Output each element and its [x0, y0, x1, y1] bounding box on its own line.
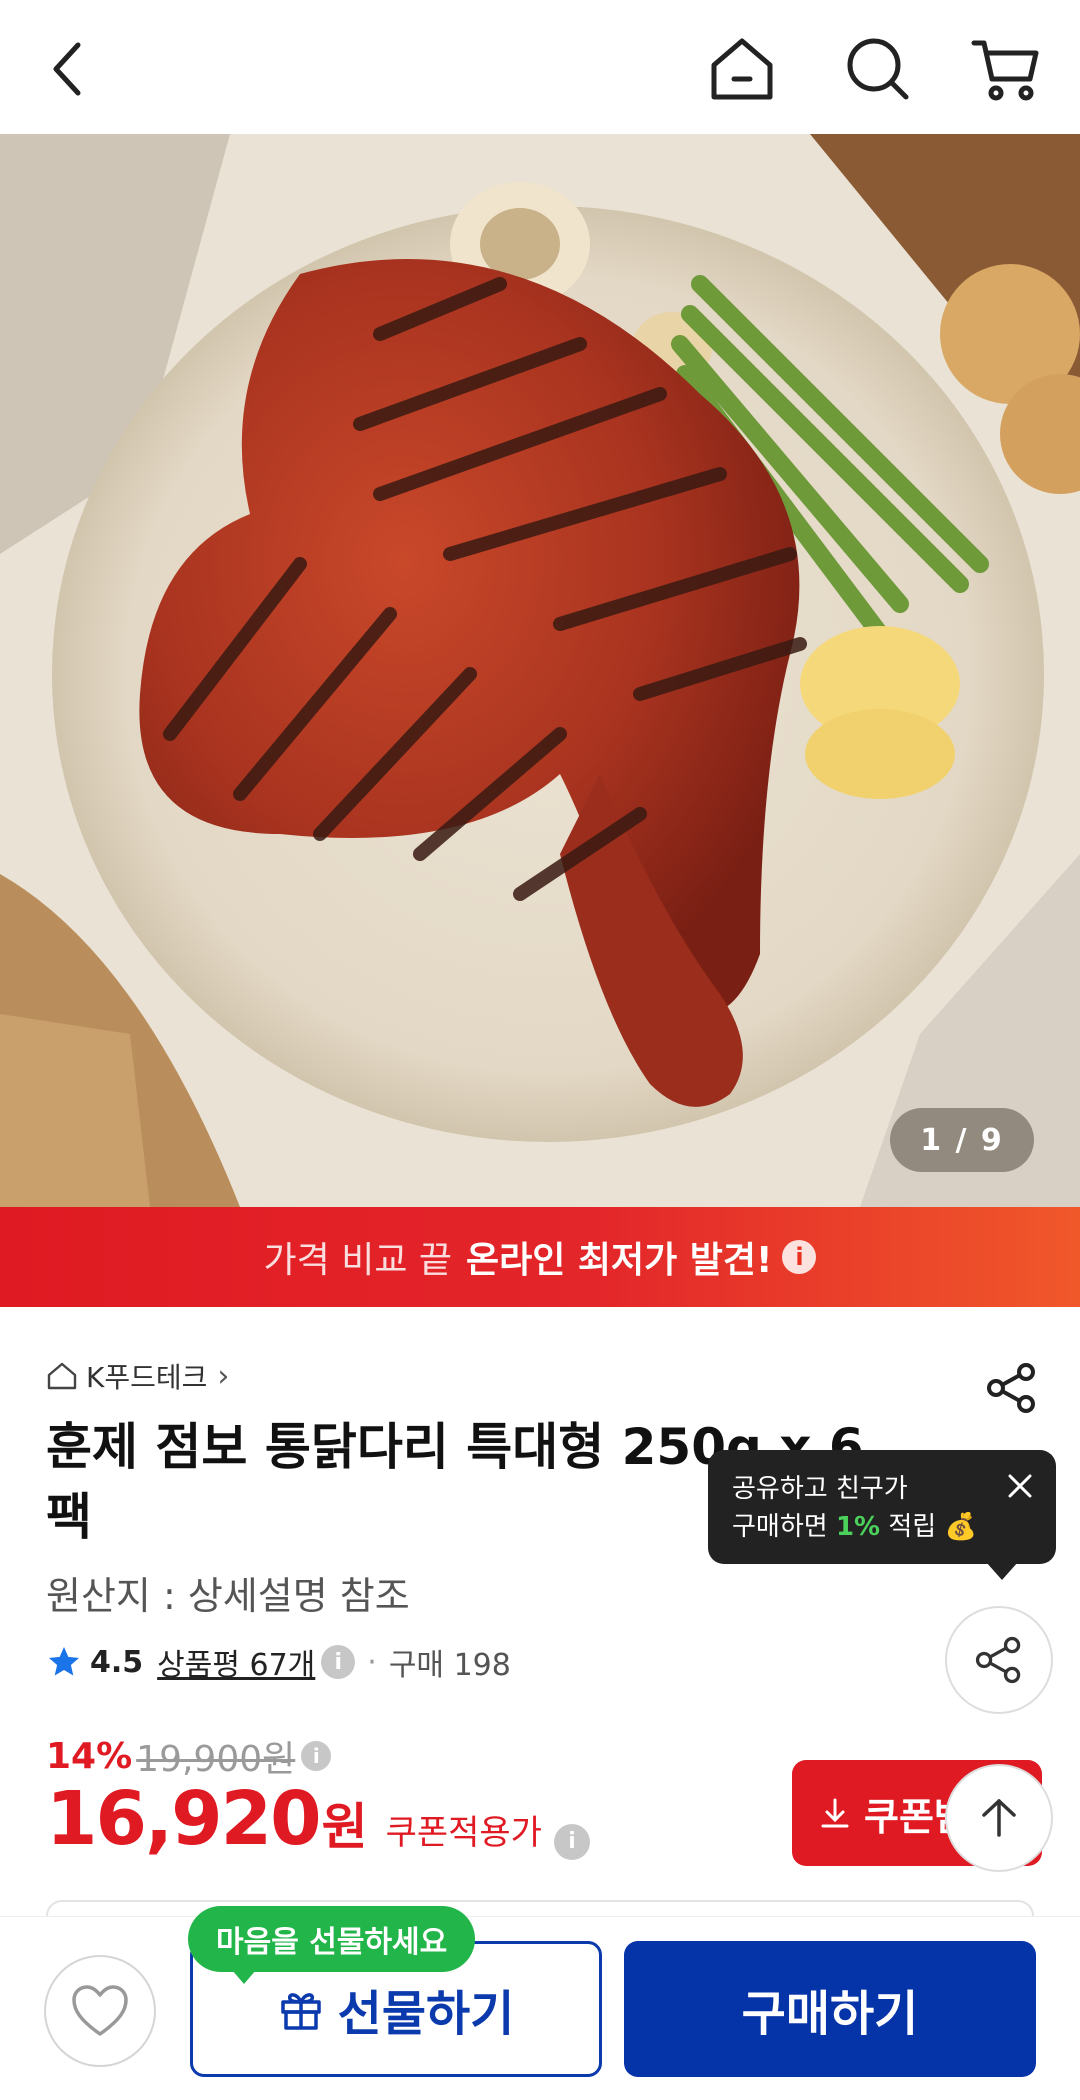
download-icon [821, 1798, 849, 1828]
seller-name: K푸드테크 [86, 1361, 208, 1394]
share-icon [975, 1636, 1021, 1684]
sale-price: 16,920 [46, 1776, 322, 1862]
separator-dot: · [367, 1644, 377, 1680]
product-image-gallery[interactable]: 1 / 9 [0, 134, 1080, 1207]
discount-row: 14% 19,900원 i [46, 1730, 332, 1782]
info-icon[interactable]: i [301, 1741, 332, 1771]
share-reward-tooltip: 공유하고 친구가 구매하면 1% 적립 💰 [708, 1450, 1056, 1580]
price-unit: 원 [321, 1798, 368, 1856]
lowest-price-banner[interactable]: 가격 비교 끝 온라인 최저가 발견! i [0, 1207, 1080, 1307]
wishlist-button[interactable] [44, 1955, 156, 2067]
product-photo [0, 134, 1080, 1207]
chevron-right-icon: › [217, 1358, 230, 1394]
scroll-to-top-button[interactable] [945, 1764, 1053, 1872]
gift-button-label: 선물하기 [337, 1986, 515, 2042]
search-icon [847, 38, 909, 100]
arrow-up-icon [982, 1799, 1016, 1837]
coin-bag-icon: 💰 [944, 1512, 977, 1542]
tooltip-line2-prefix: 구매하면 [732, 1512, 836, 1542]
seller-link[interactable]: K푸드테크 › [46, 1356, 229, 1396]
home-icon [711, 38, 773, 100]
rating-score: 4.5 [90, 1644, 144, 1680]
bubble-tail [232, 1970, 256, 1984]
coupon-price-label: 쿠폰적용가 [385, 1813, 542, 1853]
share-icon [987, 1363, 1035, 1413]
cart-icon [971, 40, 1039, 101]
gift-icon [280, 1993, 321, 2030]
banner-strong-text: 온라인 최저가 발견! [466, 1240, 773, 1281]
tooltip-line1: 공유하고 친구가 [732, 1474, 908, 1504]
tooltip-line2-suffix: 적립 [880, 1512, 937, 1542]
info-icon[interactable]: i [553, 1823, 590, 1860]
floating-share-button[interactable] [945, 1606, 1053, 1714]
product-origin: 원산지 : 상세설명 참조 [46, 1574, 410, 1618]
search-button[interactable] [836, 27, 920, 111]
heart-icon [72, 1985, 128, 2036]
gift-promo-bubble: 마음을 선물하세요 [188, 1906, 476, 1984]
gift-bubble-text: 마음을 선물하세요 [216, 1925, 448, 1960]
reviews-link[interactable]: 상품평 67개 [157, 1640, 315, 1684]
tooltip-highlight: 1% [835, 1512, 881, 1542]
discount-percent: 14% [46, 1735, 133, 1777]
star-icon [49, 1647, 79, 1676]
info-icon[interactable]: i [782, 1240, 817, 1274]
store-home-icon [47, 1362, 77, 1390]
purchase-count: 구매 198 [388, 1648, 511, 1683]
cart-button[interactable] [964, 27, 1048, 111]
info-icon[interactable]: i [321, 1645, 356, 1679]
share-button[interactable] [982, 1358, 1042, 1418]
tooltip-line2: 구매하면 1% 적립 💰 [732, 1508, 1032, 1546]
tooltip-tail [986, 1562, 1018, 1580]
original-price: 19,900원 [136, 1739, 296, 1780]
rating-row: 4.5 상품평 67개 i · 구매 198 [46, 1640, 511, 1684]
close-icon[interactable] [1002, 1468, 1038, 1504]
top-navigation-bar [0, 0, 1080, 134]
buy-now-button[interactable]: 구매하기 [624, 1941, 1036, 2077]
image-page-indicator: 1 / 9 [890, 1108, 1034, 1172]
banner-light-text: 가격 비교 끝 [263, 1240, 453, 1281]
chevron-left-icon [53, 42, 81, 96]
home-button[interactable] [700, 27, 784, 111]
bottom-action-bar: 선물하기 구매하기 [0, 1916, 1080, 2100]
back-button[interactable] [24, 27, 108, 111]
price-row: 16,920 원 쿠폰적용가 i [46, 1776, 590, 1862]
